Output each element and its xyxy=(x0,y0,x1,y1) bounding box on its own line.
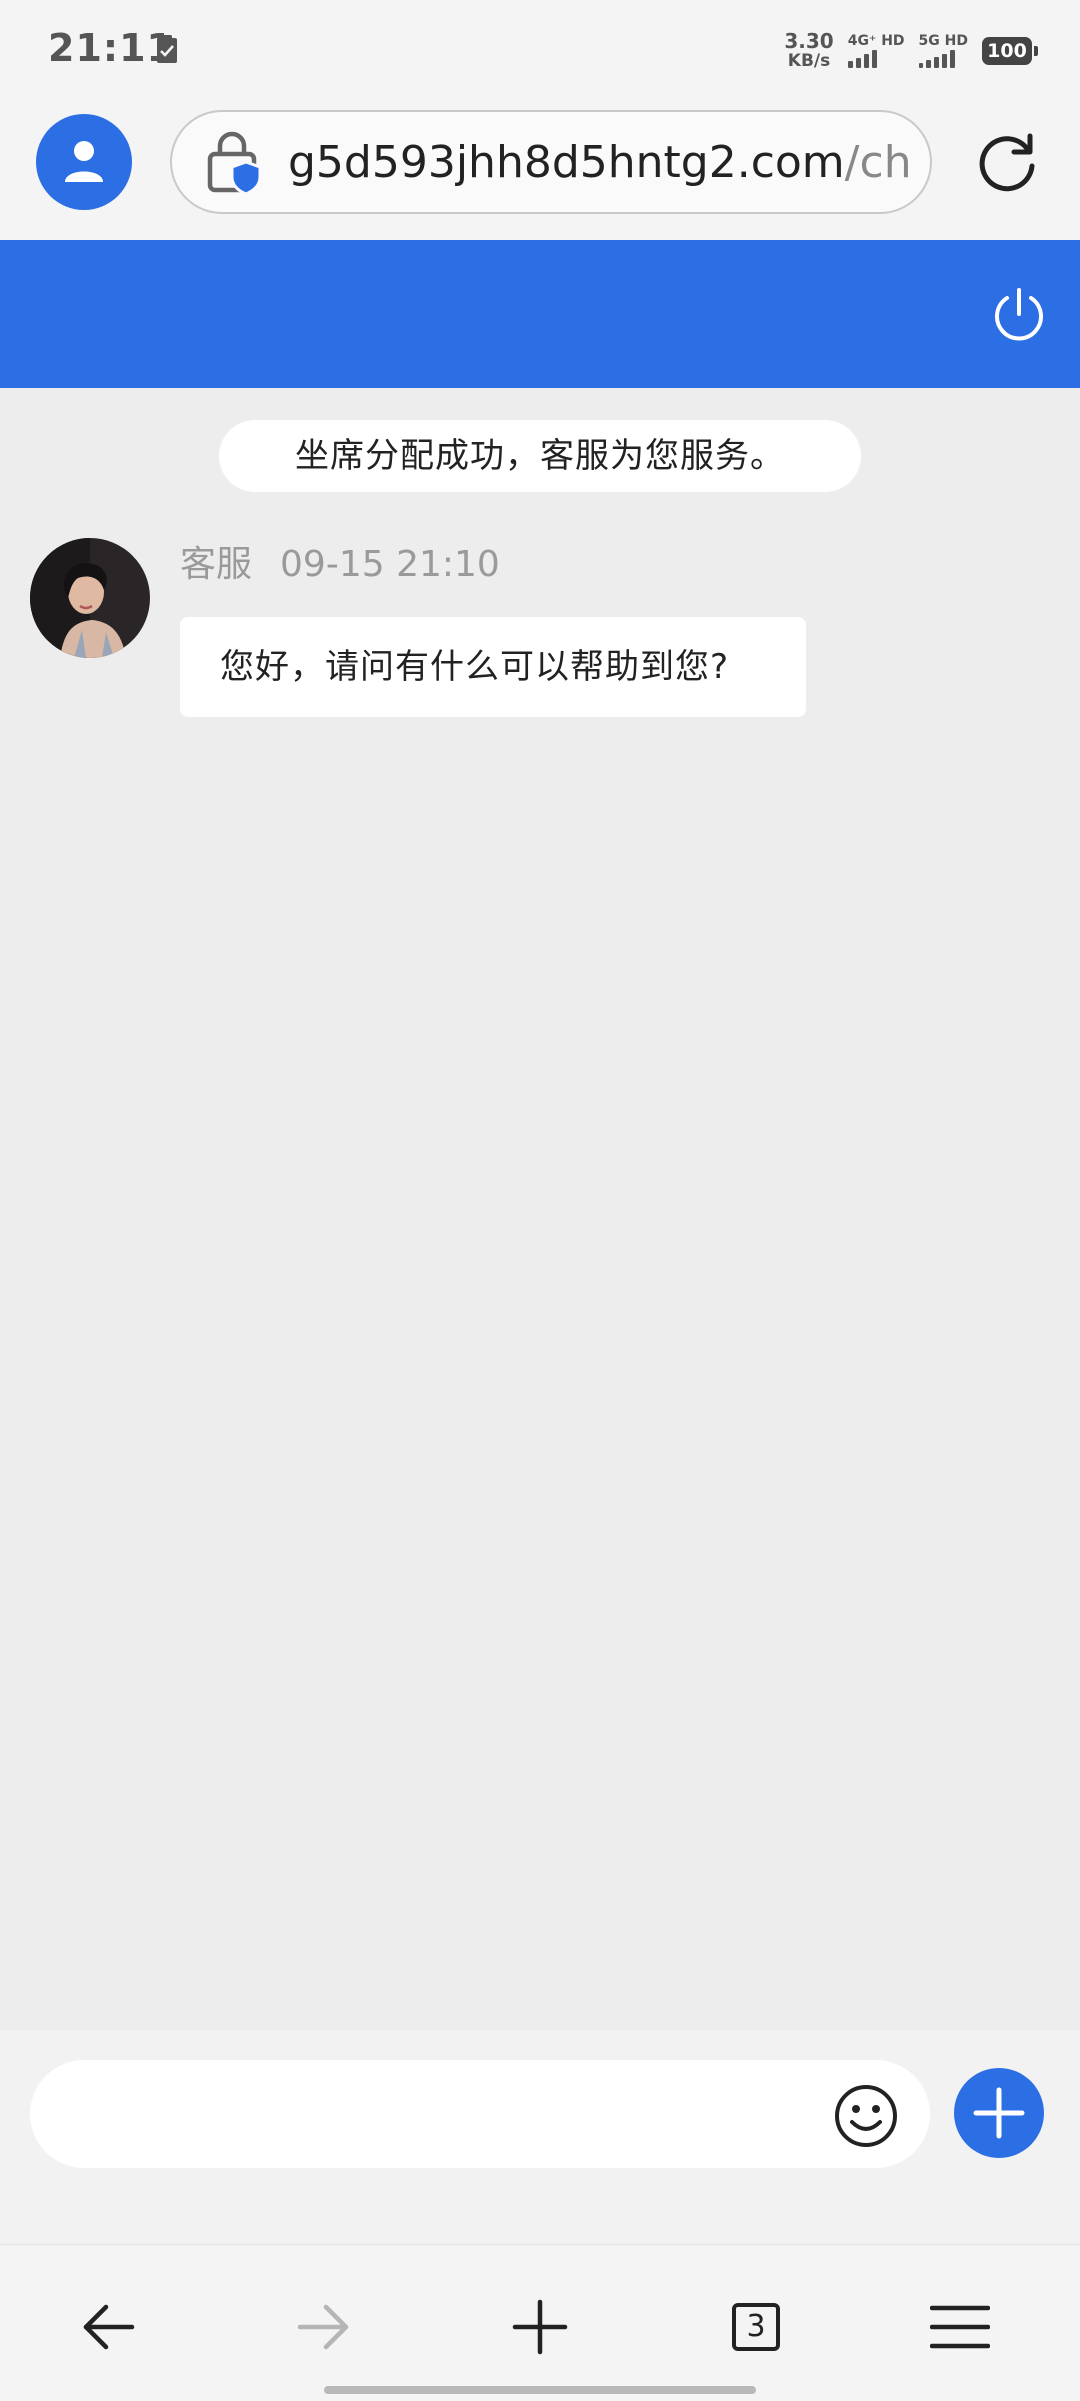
emoji-icon[interactable] xyxy=(832,2082,900,2150)
add-attachment-button[interactable] xyxy=(954,2068,1044,2158)
power-icon[interactable] xyxy=(990,286,1048,344)
back-button[interactable] xyxy=(76,2295,140,2359)
message-sender: 客服 xyxy=(180,544,253,585)
signal-bars-icon xyxy=(918,50,955,68)
agent-avatar[interactable] xyxy=(30,538,150,658)
browser-toolbar: g5d593jhh8d5hntg2.com/chat/i xyxy=(0,100,1080,240)
reload-icon[interactable] xyxy=(974,128,1042,196)
sim1-network-label: 4G⁺ HD xyxy=(847,33,905,49)
tabs-button[interactable]: 3 xyxy=(724,2295,788,2359)
network-speed-value: 3.30 xyxy=(784,29,834,53)
plus-icon xyxy=(512,2299,568,2355)
status-indicators: 3.30 KB/s 4G⁺ HD 5G HD 100 xyxy=(784,26,1038,76)
message-meta: 客服 09-15 21:10 xyxy=(180,540,500,590)
clipboard-notification-icon xyxy=(157,35,177,63)
tab-count: 3 xyxy=(732,2303,780,2351)
sim2-signal: 5G HD xyxy=(918,33,968,68)
plus-icon xyxy=(973,2087,1025,2139)
message-time: 09-15 21:10 xyxy=(280,544,500,585)
message-bubble: 您好，请问有什么可以帮助到您? xyxy=(180,617,806,717)
address-bar[interactable]: g5d593jhh8d5hntg2.com/chat/i xyxy=(170,110,932,214)
chat-message-area[interactable]: 坐席分配成功，客服为您服务。 客服 09-15 21:10 您好，请问有什么可以帮… xyxy=(0,388,1080,2030)
battery-level: 100 xyxy=(987,40,1027,62)
url-path: /chat/i xyxy=(844,137,910,188)
hamburger-menu-icon xyxy=(930,2305,990,2349)
sim1-signal: 4G⁺ HD xyxy=(847,33,905,68)
message-input[interactable] xyxy=(30,2060,930,2168)
forward-button[interactable] xyxy=(292,2295,356,2359)
url-host: g5d593jhh8d5hntg2.com xyxy=(288,137,845,188)
network-speed-unit: KB/s xyxy=(787,51,831,71)
profile-button[interactable] xyxy=(36,114,132,210)
agent-avatar-image xyxy=(30,538,150,658)
user-icon xyxy=(65,141,103,182)
url-text: g5d593jhh8d5hntg2.com/chat/i xyxy=(288,136,910,190)
system-notice: 坐席分配成功，客服为您服务。 xyxy=(219,420,861,492)
battery-icon: 100 xyxy=(982,37,1038,65)
network-speed: 3.30 KB/s xyxy=(784,31,833,71)
message-input-bar xyxy=(0,2030,1080,2244)
home-indicator[interactable] xyxy=(324,2386,756,2394)
sim2-network-label: 5G HD xyxy=(918,33,968,49)
arrow-left-icon xyxy=(83,2304,135,2350)
chat-header xyxy=(0,240,1080,388)
signal-bars-icon xyxy=(847,50,877,68)
menu-button[interactable] xyxy=(928,2295,992,2359)
browser-bottom-nav: 3 xyxy=(0,2244,1080,2401)
new-tab-button[interactable] xyxy=(508,2295,572,2359)
secure-lock-icon xyxy=(207,131,262,196)
arrow-right-icon xyxy=(297,2304,349,2350)
status-bar: 21:11 3.30 KB/s 4G⁺ HD 5G HD 100 xyxy=(0,0,1080,100)
